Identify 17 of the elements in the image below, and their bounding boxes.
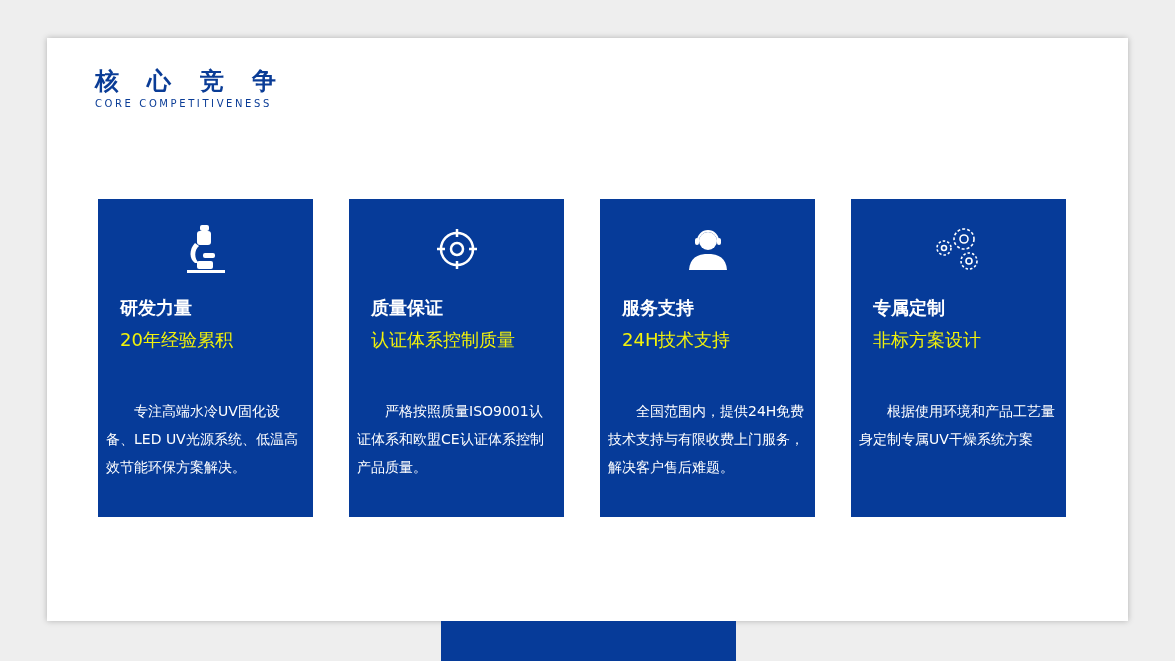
card-highlight: 24H技术支持 (622, 328, 732, 352)
card-highlight: 20年经验累积 (120, 328, 234, 352)
microscope-icon (184, 223, 227, 275)
target-icon (434, 227, 479, 271)
card-heading: 研发力量 (120, 296, 193, 320)
card-description: 根据使用环境和产品工艺量身定制专属UV干燥系统方案 (859, 402, 1056, 449)
section-subtitle: CORE COMPETITIVENESS (95, 98, 272, 109)
card-heading: 质量保证 (371, 296, 444, 320)
card-heading: 服务支持 (622, 296, 695, 320)
section-title: 核 心 竞 争 (95, 66, 287, 96)
card-description: 全国范围内，提供24H免费技术支持与有限收费上门服务，解决客户售后难题。 (608, 402, 806, 477)
headset-person-icon (686, 228, 729, 270)
card-heading: 专属定制 (873, 296, 946, 320)
card-description: 专注高端水冷UV固化设备、LED UV光源系统、低温高效节能环保方案解决。 (106, 402, 299, 477)
card-description: 严格按照质量ISO9001认证体系和欧盟CE认证体系控制产品质量。 (357, 402, 545, 477)
card-highlight: 认证体系控制质量 (371, 328, 516, 352)
card-highlight: 非标方案设计 (873, 328, 982, 352)
